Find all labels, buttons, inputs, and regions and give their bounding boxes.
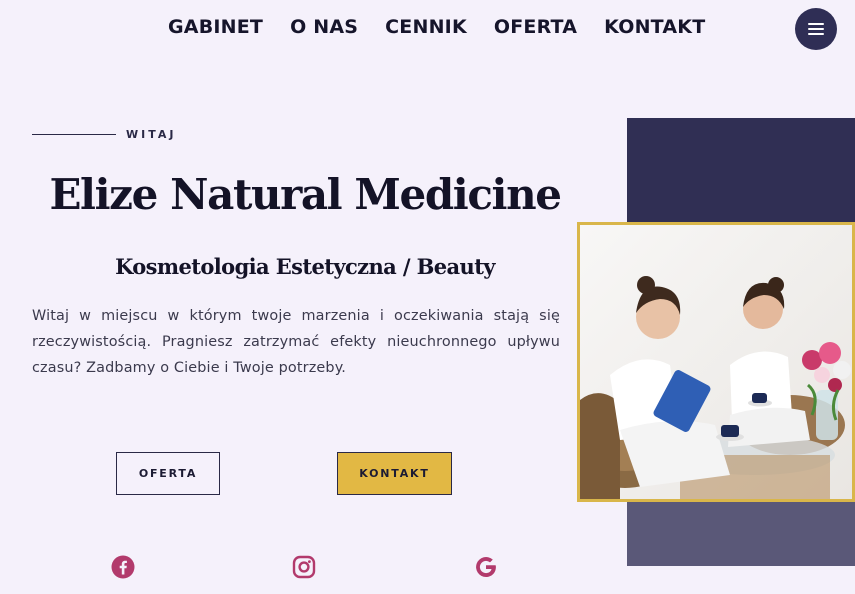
nav-link-gabinet[interactable]: GABINET — [168, 16, 263, 38]
top-navigation: GABINET O NAS CENNIK OFERTA KONTAKT — [0, 0, 855, 58]
kontakt-button[interactable]: KONTAKT — [337, 452, 452, 495]
google-icon[interactable] — [474, 555, 498, 579]
eyebrow-text: WITAJ — [126, 128, 177, 141]
hero-photo — [577, 222, 855, 502]
eyebrow: WITAJ — [32, 128, 176, 141]
intro-paragraph: Witaj w miejscu w którym twoje marzenia … — [32, 308, 560, 376]
nav-link-oferta[interactable]: OFERTA — [494, 16, 577, 38]
nav-links: GABINET O NAS CENNIK OFERTA KONTAKT — [168, 16, 705, 38]
page-title: Elize Natural Medicine — [49, 170, 562, 219]
eyebrow-line — [32, 134, 116, 135]
nav-link-o-nas[interactable]: O NAS — [290, 16, 358, 38]
hamburger-menu-icon — [808, 20, 824, 38]
nav-link-cennik[interactable]: CENNIK — [385, 16, 467, 38]
facebook-icon[interactable] — [111, 555, 135, 579]
instagram-icon[interactable] — [292, 555, 316, 579]
nav-link-kontakt[interactable]: KONTAKT — [604, 16, 705, 38]
page-subtitle: Kosmetologia Estetyczna / Beauty — [115, 254, 495, 279]
menu-button[interactable] — [795, 8, 837, 50]
oferta-button[interactable]: OFERTA — [116, 452, 220, 495]
photo-two-cosmetologists — [580, 225, 852, 499]
